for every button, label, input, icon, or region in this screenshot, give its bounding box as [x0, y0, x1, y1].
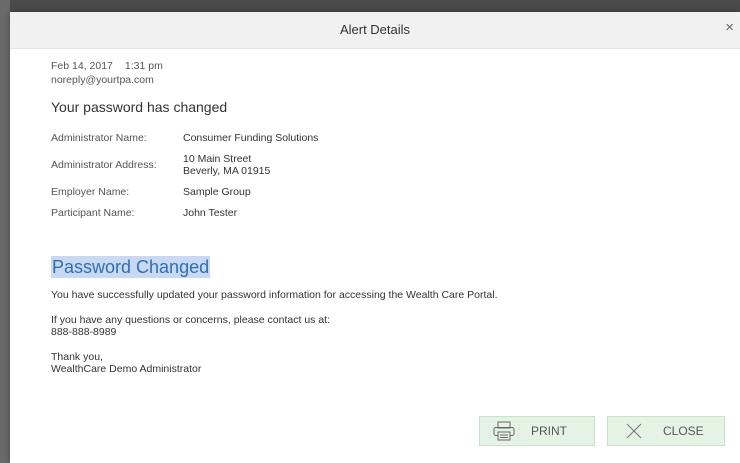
info-value: John Tester [183, 207, 237, 219]
x-icon [621, 420, 647, 442]
message-sender: noreply@yourtpa.com [51, 74, 154, 86]
message-meta: Feb 14, 2017 1:31 pm noreply@yourtpa.com [51, 59, 711, 87]
backdrop-edge [0, 0, 10, 463]
body-paragraph: You have successfully updated your passw… [51, 289, 498, 301]
close-button[interactable]: CLOSE [607, 416, 725, 446]
alert-details-dialog: Alert Details × Feb 14, 2017 1:31 pm nore… [10, 12, 740, 463]
info-label: Employer Name: [51, 186, 130, 198]
contact-paragraph: If you have any questions or concerns, p… [51, 314, 711, 338]
info-value-line: Sample Group [183, 186, 251, 198]
dialog-titlebar: Alert Details × [10, 12, 740, 49]
close-label: CLOSE [663, 424, 704, 438]
info-value-line: Beverly, MA 01915 [183, 165, 271, 177]
info-row-administrator-address: Administrator Address: 10 Main Street Be… [51, 153, 711, 177]
info-value: Consumer Funding Solutions [183, 132, 318, 144]
section-heading: Password Changed [51, 256, 211, 278]
alert-content: Feb 14, 2017 1:31 pm noreply@yourtpa.com … [51, 48, 711, 375]
contact-text: If you have any questions or concerns, p… [51, 314, 330, 326]
backdrop [0, 0, 740, 12]
info-label: Participant Name: [51, 207, 135, 219]
info-row-participant-name: Participant Name: John Tester [51, 207, 711, 219]
message-date: Feb 14, 2017 [51, 60, 113, 72]
message-time: 1:31 pm [124, 60, 163, 72]
info-value: Sample Group [183, 186, 251, 198]
info-row-administrator-name: Administrator Name: Consumer Funding Sol… [51, 132, 711, 144]
printer-icon [491, 420, 517, 442]
contact-phone: 888-888-8989 [51, 326, 117, 338]
info-label: Administrator Address: [51, 159, 157, 171]
close-icon[interactable]: × [725, 20, 734, 35]
info-value-line: John Tester [183, 207, 238, 219]
signature-name: WealthCare Demo Administrator [51, 363, 202, 375]
signoff-text: Thank you, [51, 351, 103, 363]
info-value: 10 Main Street Beverly, MA 01915 [183, 153, 270, 177]
info-label: Administrator Name: [51, 132, 147, 144]
info-value-line: 10 Main Street [183, 153, 252, 165]
message-subject: Your password has changed [51, 99, 228, 115]
print-label: PRINT [531, 424, 567, 438]
info-row-employer-name: Employer Name: Sample Group [51, 186, 711, 198]
signature-paragraph: Thank you, WealthCare Demo Administrator [51, 351, 711, 375]
info-value-line: Consumer Funding Solutions [183, 132, 319, 144]
dialog-title: Alert Details [339, 22, 411, 37]
info-table: Administrator Name: Consumer Funding Sol… [51, 132, 711, 219]
print-button[interactable]: PRINT [479, 416, 595, 446]
